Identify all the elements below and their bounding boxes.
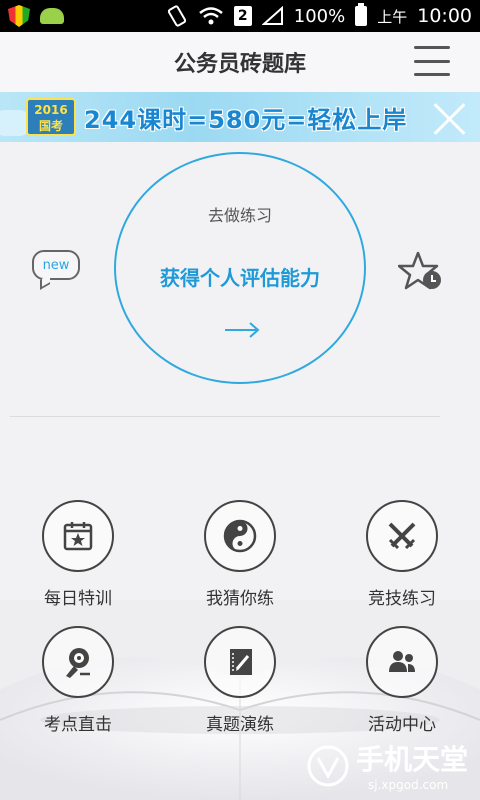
page-title: 公务员砖题库 — [173, 52, 306, 77]
watermark-url: sj.xpgod.com — [368, 778, 449, 792]
feature-label: 我猜你练 — [206, 589, 274, 609]
practice-subtitle: 去做练习 — [207, 206, 272, 225]
feature-icon-ring — [42, 500, 114, 572]
am-pm: 上午 — [377, 7, 408, 26]
badge-text: 国考 — [38, 119, 63, 133]
feature-daily-training[interactable]: 每日特训 — [18, 500, 138, 609]
target-hand-icon — [66, 648, 90, 678]
status-bar: 2 100% 上午 10:00 — [0, 0, 480, 32]
feature-past-exams[interactable]: 真题演练 — [180, 626, 300, 735]
feature-competition[interactable]: 竞技练习 — [342, 500, 462, 609]
divider — [10, 416, 440, 417]
promo-banner[interactable]: 2016 国考 244课时=580元=轻松上岸 — [0, 92, 480, 142]
feature-key-points[interactable]: 考点直击 — [18, 626, 138, 735]
signal-icon — [261, 6, 283, 25]
wifi-icon — [198, 7, 223, 25]
new-badge: new — [32, 250, 80, 280]
watermark-logo-icon — [307, 745, 349, 787]
clock: 10:00 — [417, 5, 472, 27]
hamburger-menu-icon[interactable] — [414, 46, 450, 76]
new-icon[interactable]: new — [32, 250, 82, 290]
yin-yang-icon — [223, 519, 257, 553]
watermark-title: 手机天堂 — [356, 743, 469, 776]
sim-indicator: 2 — [233, 6, 252, 26]
android-icon — [40, 8, 64, 24]
people-icon — [389, 651, 415, 672]
star-clock-icon[interactable] — [398, 250, 446, 292]
feature-icon-ring — [204, 626, 276, 698]
close-icon[interactable] — [432, 98, 466, 136]
app-header: 公务员砖题库 — [0, 32, 480, 92]
feature-icon-ring — [366, 500, 438, 572]
promo-text: 244课时=580元=轻松上岸 — [84, 106, 408, 134]
feature-icon-ring — [42, 626, 114, 698]
battery-icon — [355, 3, 368, 26]
screen-rotate-icon — [167, 5, 186, 27]
battery-percent: 100% — [293, 5, 346, 27]
notebook-pen-icon — [230, 649, 252, 675]
feature-label: 活动中心 — [368, 715, 436, 735]
calendar-star-icon — [63, 522, 93, 551]
feature-label: 竞技练习 — [368, 589, 436, 609]
feature-icon-ring — [204, 500, 276, 572]
feature-label: 每日特训 — [44, 589, 112, 609]
badge-year: 2016 — [34, 103, 68, 117]
feature-activity-center[interactable]: 活动中心 — [342, 626, 462, 735]
feature-guess-practice[interactable]: 我猜你练 — [180, 500, 300, 609]
feature-label: 考点直击 — [44, 715, 112, 735]
arrow-right-icon — [225, 322, 260, 338]
exam-badge: 2016 国考 — [26, 98, 76, 136]
security-shield-icon — [8, 5, 30, 27]
feature-label: 真题演练 — [206, 715, 274, 735]
feature-icon-ring — [366, 626, 438, 698]
crossed-swords-icon — [388, 522, 416, 550]
start-practice-button[interactable]: 去做练习 获得个人评估能力 — [114, 152, 366, 384]
feature-grid: 每日特训 我猜你练 竞技练习 考点直击 真题演练 活动中心 — [0, 500, 480, 740]
watermark: 手机天堂 sj.xpgod.com — [306, 738, 476, 798]
practice-headline: 获得个人评估能力 — [160, 266, 320, 290]
